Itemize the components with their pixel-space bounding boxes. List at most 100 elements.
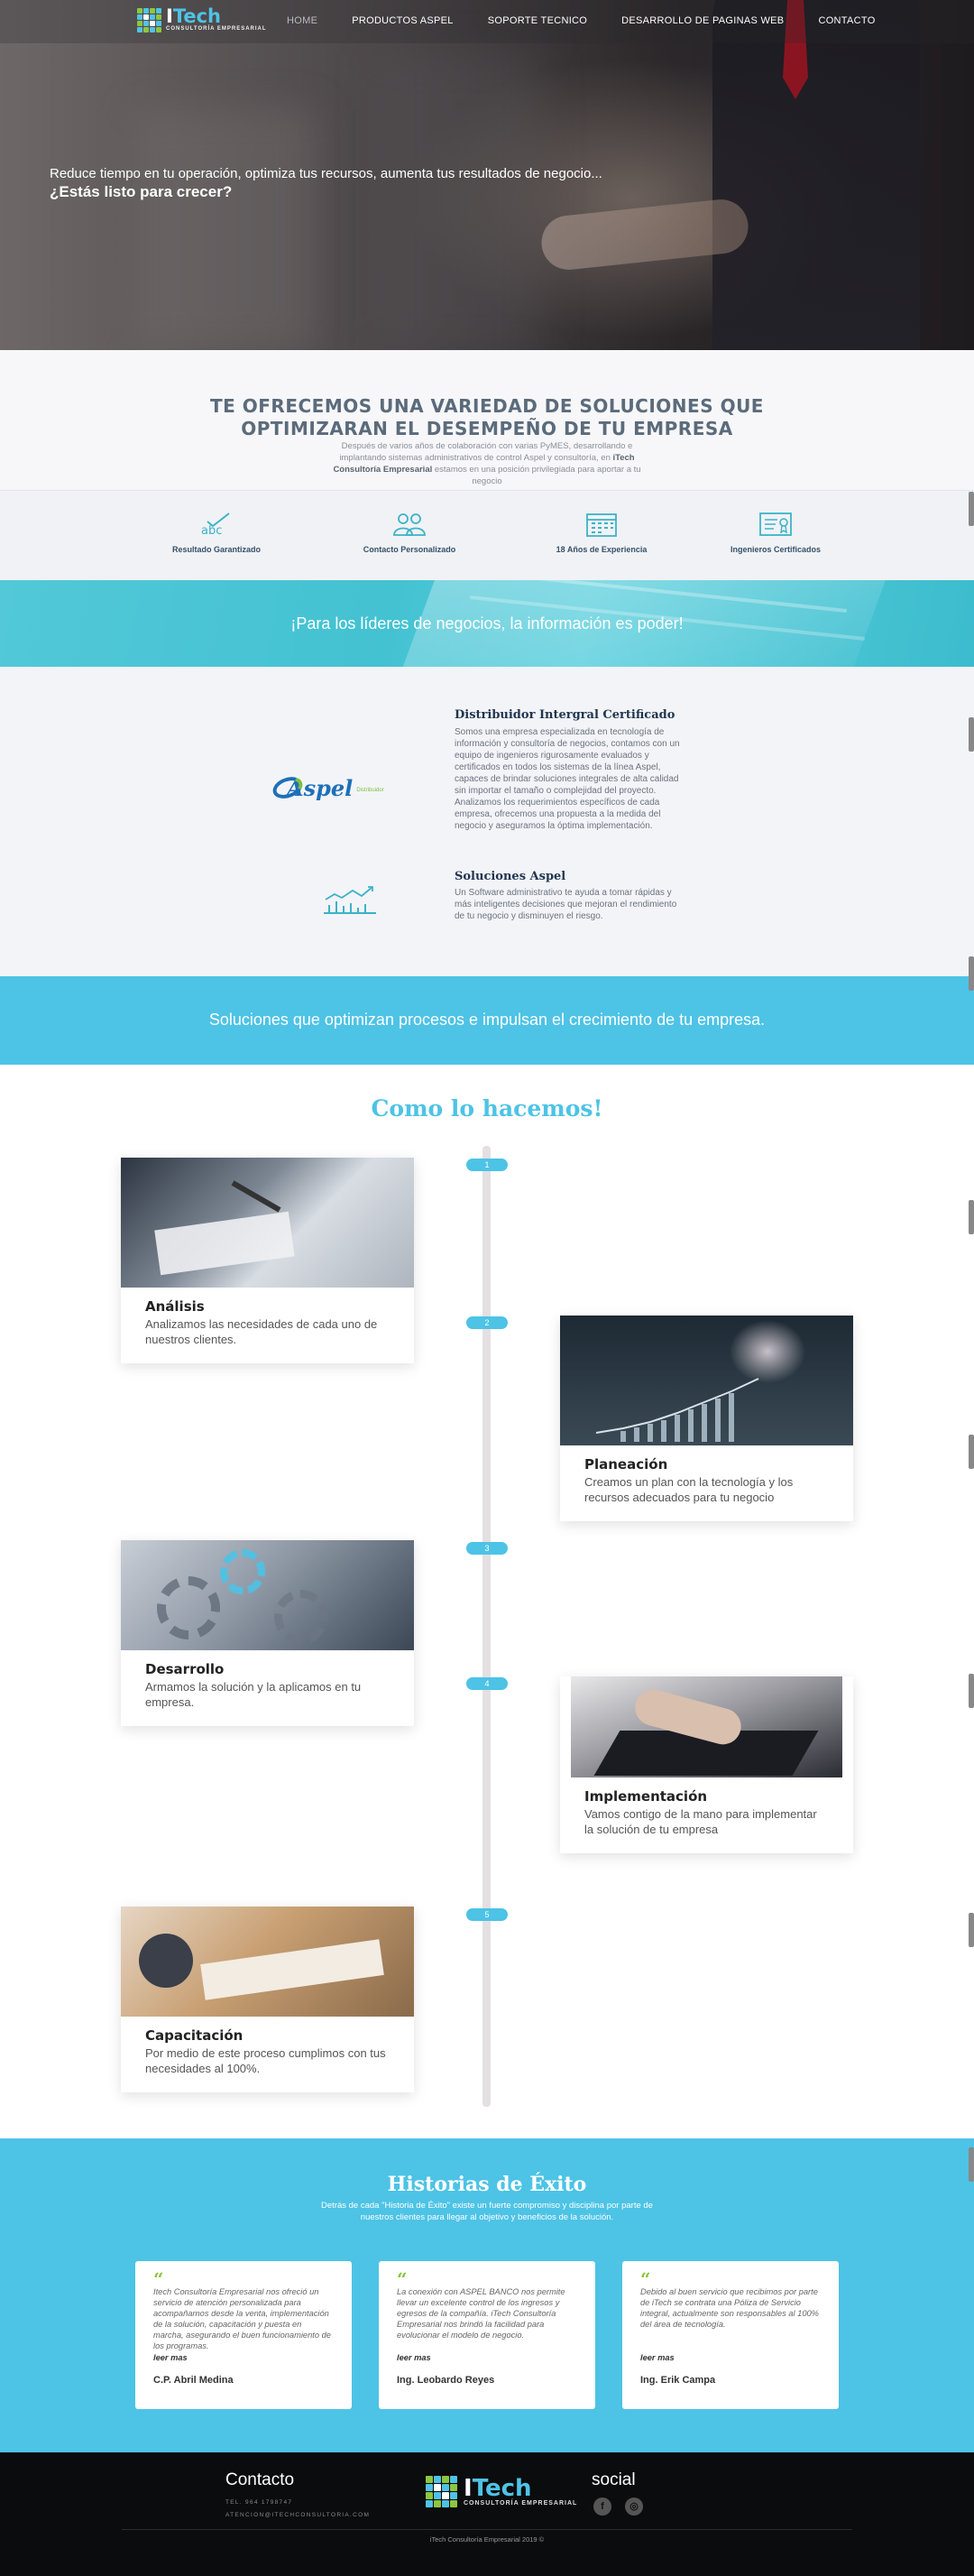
feature-item: abc Resultado Garantizado <box>126 509 307 554</box>
process-card-capacitacion: Capacitación Por medio de este proceso c… <box>121 1907 414 2092</box>
people-icon <box>319 509 500 540</box>
card-title: Capacitación <box>145 2027 244 2044</box>
quote-icon: “ <box>640 2268 651 2290</box>
calendar-icon <box>511 509 692 540</box>
hero-subtitle: Reduce tiempo en tu operación, optimiza … <box>50 166 602 181</box>
step-badge: 1 <box>466 1159 508 1171</box>
info-banner: ¡Para los líderes de negocios, la inform… <box>0 580 974 667</box>
scroll-marker <box>969 1435 974 1469</box>
quote-icon: “ <box>153 2268 164 2290</box>
scroll-marker <box>969 492 974 526</box>
card-text: Vamos contigo de la mano para implementa… <box>584 1807 817 1836</box>
hero-bg-figure <box>379 54 541 350</box>
scroll-marker <box>969 956 974 991</box>
card-title: Implementación <box>584 1788 708 1805</box>
card-text: Creamos un plan con la tecnología y los … <box>584 1475 794 1504</box>
footer-logo[interactable]: ITech CONSULTORÍA EMPRESARIAL <box>426 2476 577 2507</box>
footer-divider <box>122 2529 852 2530</box>
cta-band: Soluciones que optimizan procesos e impu… <box>0 976 974 1065</box>
aspel-block1-text: Somos una empresa especializada en tecno… <box>455 727 680 831</box>
logo-tagline: CONSULTORÍA EMPRESARIAL <box>166 26 267 32</box>
success-stories-section: Historias de Éxito Detrás de cada "Histo… <box>0 2138 974 2452</box>
banner-text: ¡Para los líderes de negocios, la inform… <box>290 614 684 632</box>
hero-title: ¿Estás listo para crecer? <box>50 183 233 200</box>
logo-mark-icon <box>137 7 161 32</box>
hero-bg-figure <box>135 108 316 350</box>
card-title: Planeación <box>584 1456 668 1473</box>
scroll-marker <box>969 2147 974 2182</box>
testimonial-author: Ing. Leobardo Reyes <box>397 2375 495 2386</box>
aspel-block2-text: Un Software administrativo te ayuda a to… <box>455 888 677 921</box>
main-menu: HOME PRODUCTOS ASPEL SOPORTE TECNICO DES… <box>287 15 910 26</box>
footer-phone[interactable]: TEL. 964 1798747 <box>225 2499 292 2506</box>
nav-soporte-tecnico[interactable]: SOPORTE TECNICO <box>488 15 587 26</box>
stories-subtitle: Detrás de cada "Historia de Éxito" exist… <box>321 2201 653 2222</box>
scroll-marker <box>969 1200 974 1234</box>
footer: Contacto TEL. 964 1798747 ATENCION@ITECH… <box>0 2452 974 2576</box>
scroll-marker <box>969 1913 974 1947</box>
aspel-logo-dist: Distribuidor <box>356 788 384 793</box>
process-card-analisis: Análisis Analizamos las necesidades de c… <box>121 1158 414 1363</box>
testimonial-card: “ La conexión con ASPEL BANCO nos permit… <box>379 2261 595 2409</box>
growth-chart-icon <box>322 883 378 920</box>
footer-copyright: iTech Consultoría Empresarial 2019 © <box>429 2535 545 2544</box>
itech-logo[interactable]: ITech CONSULTORÍA EMPRESARIAL <box>137 7 267 32</box>
process-card-implementacion: Implementación Vamos contigo de la mano … <box>560 1676 853 1853</box>
read-more-link[interactable]: leer mas <box>640 2353 821 2362</box>
feature-label: Ingenieros Certificados <box>730 545 822 554</box>
testimonial-author: Ing. Erik Campa <box>640 2375 716 2386</box>
card-title: Desarrollo <box>145 1661 225 1677</box>
nav-contacto[interactable]: CONTACTO <box>818 15 875 26</box>
logo-name: ITech <box>166 5 222 27</box>
intro-description: Después de varios años de colaboración c… <box>333 441 641 486</box>
card-title: Análisis <box>145 1298 205 1315</box>
testimonial-author: C.P. Abril Medina <box>153 2375 234 2386</box>
card-text: Analizamos las necesidades de cada uno d… <box>145 1317 378 1346</box>
svg-text:abc: abc <box>201 524 222 538</box>
aspel-block1-title: Distribuidor Intergral Certificado <box>455 708 675 722</box>
implementacion-image <box>571 1676 842 1777</box>
footer-email[interactable]: ATENCION@ITECHCONSULTORIA.COM <box>225 2512 370 2518</box>
stories-title: Historias de Éxito <box>387 2173 587 2196</box>
logo-mark-icon <box>426 2476 457 2507</box>
card-text: Por medio de este proceso cumplimos con … <box>145 2046 386 2075</box>
read-more-link[interactable]: leer mas <box>153 2353 334 2362</box>
cta-text: Soluciones que optimizan procesos e impu… <box>208 1011 766 1029</box>
aspel-logo: Aspel Distribuidor <box>270 768 424 808</box>
hero-businessman-image <box>712 0 920 350</box>
step-badge: 4 <box>466 1677 508 1690</box>
footer-contact-title: Contacto <box>225 2470 295 2489</box>
nav-home[interactable]: HOME <box>287 15 317 26</box>
planeacion-image <box>560 1316 853 1445</box>
feature-label: Contacto Personalizado <box>363 545 456 554</box>
quote-icon: “ <box>397 2268 408 2290</box>
testimonial-card: “ Itech Consultoría Empresarial nos ofre… <box>135 2261 352 2409</box>
instagram-icon[interactable]: ◎ <box>625 2498 643 2516</box>
feature-item: Contacto Personalizado <box>319 509 500 554</box>
nav-productos-aspel[interactable]: PRODUCTOS ASPEL <box>352 15 454 26</box>
features-strip: abc Resultado Garantizado Contacto Perso… <box>0 490 974 580</box>
abc-check-icon: abc <box>126 509 307 540</box>
facebook-icon[interactable]: f <box>593 2498 611 2516</box>
footer-logo-name: ITech <box>464 2474 532 2502</box>
step-badge: 5 <box>466 1908 508 1921</box>
testimonial-card: “ Debido al buen servicio que recibimos … <box>622 2261 839 2409</box>
aspel-section: Aspel Distribuidor Distribuidor Intergra… <box>0 667 974 976</box>
process-section: Como lo hacemos! 1 2 3 4 5 Análisis Anal… <box>0 1065 974 2138</box>
feature-item: Ingenieros Certificados <box>685 509 866 554</box>
aspel-block2-title: Soluciones Aspel <box>455 870 566 883</box>
process-title: Como lo hacemos! <box>371 1095 603 1122</box>
timeline-line <box>482 1146 491 2107</box>
nav-desarrollo-web[interactable]: DESARROLLO DE PAGINAS WEB <box>621 15 784 26</box>
hero-section: ITech CONSULTORÍA EMPRESARIAL HOME PRODU… <box>0 0 974 350</box>
analisis-image <box>121 1158 414 1288</box>
feature-label: 18 Años de Experiencia <box>556 545 648 554</box>
footer-logo-tagline: CONSULTORÍA EMPRESARIAL <box>464 2499 578 2507</box>
card-text: Armamos la solución y la aplicamos en tu… <box>145 1680 362 1709</box>
step-badge: 3 <box>466 1542 508 1555</box>
feature-item: 18 Años de Experiencia <box>511 509 692 554</box>
feature-label: Resultado Garantizado <box>171 545 261 554</box>
capacitacion-image <box>121 1907 414 2017</box>
scroll-marker <box>969 717 974 752</box>
read-more-link[interactable]: leer mas <box>397 2353 577 2362</box>
